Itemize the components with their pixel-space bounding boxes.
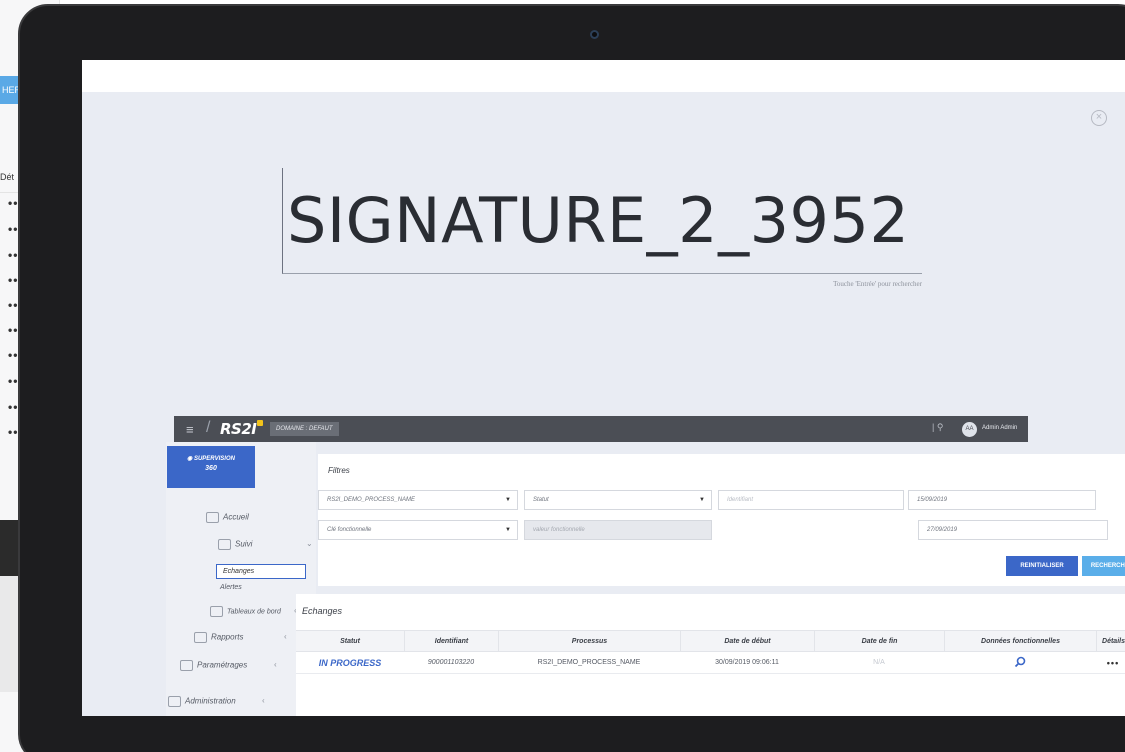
sidebar-item-accueil[interactable]: Accueil: [206, 512, 249, 523]
sidebar-item-label: Suivi: [235, 539, 253, 549]
sidebar-item-label: Administration: [185, 696, 236, 706]
column-header-date-fin[interactable]: Date de fin: [814, 631, 944, 653]
valeur-fonctionnelle-field[interactable]: valeur fonctionnelle: [524, 520, 712, 540]
sidebar-item-suivi[interactable]: Suivi: [218, 539, 252, 550]
supervision-label: SUPERVISION: [193, 456, 235, 462]
background-column-header: Dét: [0, 172, 15, 182]
device-screen: × SIGNATURE_2_3952 Touche 'Entrée' pour …: [82, 60, 1125, 716]
sidebar-item-label: Tableaux de bord: [227, 608, 281, 616]
sidebar-item-administration[interactable]: Administration: [168, 696, 236, 707]
close-circle-icon[interactable]: ×: [1091, 110, 1107, 126]
embedded-app: ≡ / RS2I DOMAINE : DEFAUT | ⚲ AA Admin A…: [166, 416, 1125, 716]
sidebar: ◉ SUPERVISION 360 Accueil Suivi ⌄ Echang…: [166, 442, 316, 716]
row-details-icon[interactable]: ••: [8, 323, 18, 337]
column-header-identifiant[interactable]: Identifiant: [404, 631, 498, 653]
eye-icon: ◉: [187, 456, 194, 462]
process-select[interactable]: RS2I_DEMO_PROCESS_NAME ▼: [318, 490, 518, 510]
separator: /: [206, 419, 211, 436]
echanges-title: Echanges: [302, 606, 343, 616]
sidebar-item-label: Paramétrages: [197, 660, 248, 670]
column-header-statut[interactable]: Statut: [296, 631, 404, 653]
dropdown-caret-icon: ▼: [699, 497, 705, 503]
column-header-date-debut[interactable]: Date de début: [680, 631, 814, 653]
column-header-processus[interactable]: Processus: [498, 631, 680, 653]
date-start-field[interactable]: 15/09/2019: [908, 490, 1096, 510]
report-icon: [194, 632, 207, 643]
sidebar-item-rapports[interactable]: Rapports: [194, 632, 243, 643]
app-top-bar: ≡ / RS2I DOMAINE : DEFAUT | ⚲ AA Admin A…: [174, 416, 1028, 442]
search-hint: Touche 'Entrée' pour rechercher: [833, 280, 922, 288]
table-row[interactable]: IN PROGRESS 900001103220 RS2I_DEMO_PROCE…: [296, 652, 1125, 674]
device-frame: × SIGNATURE_2_3952 Touche 'Entrée' pour …: [18, 4, 1125, 752]
status-select-value: Statut: [533, 497, 549, 503]
camera-icon: [590, 30, 599, 39]
chevron-left-icon[interactable]: ‹: [262, 696, 265, 705]
details-more-icon[interactable]: •••: [1096, 652, 1125, 674]
supervision-360-button[interactable]: ◉ SUPERVISION 360: [167, 446, 255, 488]
sidebar-item-alertes[interactable]: Alertes: [220, 584, 242, 591]
user-admin-icon: [168, 696, 181, 707]
supervision-sublabel: 360: [205, 465, 217, 472]
chevron-down-icon[interactable]: ⌄: [306, 539, 313, 548]
sidebar-item-tableaux[interactable]: Tableaux de bord: [210, 606, 281, 617]
dropdown-caret-icon: ▼: [505, 497, 511, 503]
row-details-icon[interactable]: ••: [8, 273, 18, 287]
row-details-icon[interactable]: ••: [8, 374, 18, 388]
bulb-icon: [218, 539, 231, 550]
sidebar-item-echanges[interactable]: Echanges: [216, 564, 306, 579]
global-search-input[interactable]: SIGNATURE_2_3952: [282, 168, 922, 274]
process-select-value: RS2I_DEMO_PROCESS_NAME: [327, 497, 416, 503]
sidebar-item-parametrages[interactable]: Paramétrages: [180, 660, 247, 671]
row-details-icon[interactable]: ••: [8, 425, 18, 439]
row-identifiant: 900001103220: [427, 659, 475, 666]
column-header-details[interactable]: Détails: [1096, 631, 1125, 653]
cle-select-value: Clé fonctionnelle: [327, 527, 372, 533]
filters-panel: Filtres RS2I_DEMO_PROCESS_NAME ▼ Statut ▼ …: [318, 454, 1125, 586]
app-logo-text: RS2I: [220, 420, 257, 438]
row-details-icon[interactable]: ••: [8, 400, 18, 414]
search-icon[interactable]: | ⚲: [932, 422, 943, 433]
chevron-left-icon[interactable]: ‹: [274, 660, 277, 669]
screen-top-strip: [82, 60, 1125, 92]
row-details-icon[interactable]: ••: [8, 222, 18, 236]
sidebar-item-label: Rapports: [211, 632, 244, 642]
row-details-icon[interactable]: ••: [8, 196, 18, 210]
user-name[interactable]: Admin Admin: [982, 425, 1017, 431]
avatar[interactable]: AA: [962, 422, 977, 437]
sidebar-item-label: Accueil: [223, 512, 249, 522]
chart-icon: [210, 606, 223, 617]
screenshot: HERC Dét •• •• •• •• •• •• •• •• •• •• ×…: [0, 0, 1125, 752]
home-icon: [206, 512, 219, 523]
row-details-icon[interactable]: ••: [8, 248, 18, 262]
identifiant-field[interactable]: Identifiant: [718, 490, 904, 510]
hamburger-menu-icon[interactable]: ≡: [186, 422, 194, 437]
status-select[interactable]: Statut ▼: [524, 490, 712, 510]
search-button[interactable]: RECHERCHER: [1082, 556, 1125, 576]
app-logo: RS2I: [220, 420, 264, 438]
settings-icon: [180, 660, 193, 671]
reset-button[interactable]: REINITIALISER: [1006, 556, 1078, 576]
dropdown-caret-icon: ▼: [505, 527, 511, 533]
row-details-icon[interactable]: ••: [8, 298, 18, 312]
cle-fonctionnelle-select[interactable]: Clé fonctionnelle ▼: [318, 520, 518, 540]
row-processus: RS2I_DEMO_PROCESS_NAME: [537, 659, 641, 666]
chevron-left-icon[interactable]: ‹: [284, 632, 287, 641]
table-header: Statut Identifiant Processus Date de déb…: [296, 630, 1125, 653]
row-status: IN PROGRESS: [318, 658, 382, 668]
row-details-icon[interactable]: ••: [8, 348, 18, 362]
row-date-debut: 30/09/2019 09:06:11: [715, 659, 779, 666]
date-end-field[interactable]: 27/09/2019: [918, 520, 1108, 540]
domain-badge[interactable]: DOMAINE : DEFAUT: [270, 422, 339, 436]
row-date-fin: N/A: [873, 659, 885, 666]
logo-accent-icon: [257, 420, 264, 426]
filters-title: Filtres: [328, 466, 350, 475]
echanges-panel: Echanges Statut Identifiant Processus Da…: [296, 594, 1125, 716]
column-header-donnees[interactable]: Données fonctionnelles: [944, 631, 1096, 653]
magnifier-icon[interactable]: [944, 652, 1096, 674]
